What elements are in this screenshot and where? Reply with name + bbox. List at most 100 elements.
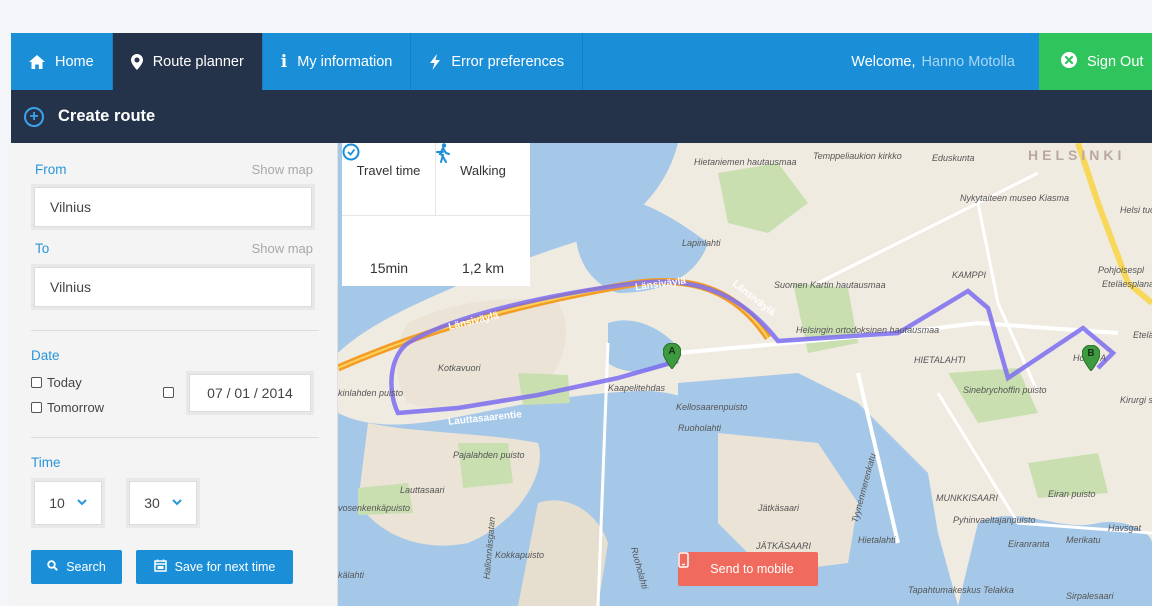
info-icon: i: [280, 51, 288, 72]
walking-cell: Walking: [436, 143, 530, 215]
user-name[interactable]: Hanno Motolla: [922, 54, 1016, 70]
nav-error-preferences-label: Error preferences: [451, 53, 565, 70]
map-label: Tapahtumakeskus Telakka: [908, 585, 1014, 595]
save-button[interactable]: Save for next time: [136, 550, 293, 584]
route-stats-panel: Travel time Walking 15min 1,2 km: [342, 143, 530, 286]
nav-route-planner-label: Route planner: [152, 53, 244, 70]
map-pin-icon: [130, 53, 143, 70]
from-input[interactable]: Vilnius: [34, 187, 312, 227]
map-label: Eduskunta: [932, 153, 975, 163]
plus-circle-icon[interactable]: +: [24, 106, 44, 127]
nav-home[interactable]: Home: [11, 33, 113, 90]
hour-select[interactable]: 10: [34, 481, 102, 525]
map-label: Helsi tuomiok: [1120, 205, 1152, 215]
to-show-map-link[interactable]: Show map: [252, 241, 313, 256]
map-label: vosenkenkäpuisto: [338, 503, 411, 513]
page-title: Create route: [58, 107, 156, 125]
map-label: Kokkapuisto: [495, 550, 545, 560]
divider: [31, 437, 319, 438]
map-label: MUNKKISAARI: [936, 493, 999, 503]
search-button[interactable]: Search: [31, 550, 122, 584]
distance-value: 1,2 km: [461, 260, 504, 276]
map-label: HELSINKI: [1028, 147, 1126, 163]
map-label: Kotkavuori: [438, 363, 481, 373]
route-map[interactable]: Hietaniemen hautausmaa Temppeliaukion ki…: [338, 143, 1152, 606]
map-label: Kellosaarenpuisto: [676, 402, 748, 412]
map-label: Lauttasaari: [400, 485, 445, 495]
to-label: To: [35, 241, 50, 256]
from-field-wrap: Vilnius: [31, 184, 315, 230]
marker-b[interactable]: B: [1082, 345, 1100, 371]
marker-a[interactable]: A: [663, 343, 681, 369]
date-checkbox[interactable]: [163, 387, 179, 398]
today-checkbox[interactable]: Today: [31, 375, 82, 390]
date-field-wrap: 07 / 01 / 2014: [186, 371, 314, 415]
park: [948, 368, 1038, 423]
nav-my-information[interactable]: i My information: [263, 33, 412, 90]
stats-divider: [342, 215, 530, 216]
nav-home-label: Home: [55, 53, 94, 70]
from-label: From: [35, 162, 67, 177]
map-label: Havsgat: [1108, 523, 1142, 533]
date-label: Date: [31, 348, 60, 363]
nav-error-preferences[interactable]: Error preferences: [411, 33, 584, 90]
minute-select[interactable]: 30: [129, 481, 197, 525]
map-label: Suomen Kartin hautausmaa: [774, 280, 886, 290]
map-label: Eiranranta: [1008, 539, 1050, 549]
hour-select-wrap: 10: [31, 478, 105, 528]
sign-out-label: Sign Out: [1087, 53, 1144, 70]
tomorrow-label: Tomorrow: [47, 400, 105, 415]
map-label: Pohjoisespl: [1098, 265, 1145, 275]
map-label: Hietalahti: [858, 535, 896, 545]
from-show-map-link[interactable]: Show map: [252, 162, 313, 177]
send-to-mobile-button[interactable]: Send to mobile: [678, 552, 818, 586]
nav-my-information-label: My information: [297, 53, 393, 70]
hour-value: 10: [49, 495, 65, 511]
chevron-down-icon: [77, 497, 87, 509]
search-icon: [47, 560, 59, 574]
marker-a-label: A: [668, 346, 676, 357]
map-label: Sirpalesaari: [1066, 591, 1114, 601]
tomorrow-checkbox[interactable]: Tomorrow: [31, 400, 104, 415]
checkbox-box[interactable]: [31, 377, 42, 388]
travel-time-cell: Travel time: [342, 143, 436, 215]
save-label: Save for next time: [174, 560, 276, 574]
date-input[interactable]: 07 / 01 / 2014: [189, 374, 311, 412]
to-field-wrap: Vilnius: [31, 264, 315, 310]
map-label: KAMPPI: [952, 270, 987, 280]
top-navigation: Home Route planner i My information Erro…: [11, 33, 1152, 90]
map-label: Sinebrychoffin puisto: [963, 385, 1047, 395]
app-window: Home Route planner i My information Erro…: [11, 33, 1152, 606]
map-label: Hietaniemen hautausmaa: [694, 157, 797, 167]
map-label: Jätkäsaari: [758, 503, 800, 513]
travel-time-value: 15min: [369, 260, 409, 276]
minute-select-wrap: 30: [126, 478, 200, 528]
home-icon: [29, 54, 45, 69]
chevron-down-icon: [172, 497, 182, 509]
send-to-mobile-label: Send to mobile: [710, 562, 794, 576]
map-label: Temppeliaukion kirkko: [813, 151, 902, 161]
map-label: Kaapelitehdas: [608, 383, 666, 393]
minute-value: 30: [144, 495, 160, 511]
page-header: + Create route: [11, 90, 1152, 143]
nav-route-planner[interactable]: Route planner: [112, 33, 263, 90]
save-icon: [153, 559, 167, 575]
search-label: Search: [66, 560, 106, 574]
time-label: Time: [31, 455, 61, 470]
park: [718, 163, 808, 233]
walking-label: Walking: [460, 163, 506, 178]
map-label: Nykytaiteen museo Kiasma: [960, 193, 1070, 203]
to-input[interactable]: Vilnius: [34, 267, 312, 307]
checkbox-box[interactable]: [163, 387, 174, 398]
map-label: Helsingin ortodoksinen hautausmaa: [796, 325, 940, 335]
map-label: Ruoholahti: [678, 423, 722, 433]
map-label: Pajalahden puisto: [453, 450, 525, 460]
map-label: Merikatu: [1066, 535, 1101, 545]
map-label: Etelä: [1133, 330, 1152, 340]
map-label: JÄTKÄSAARI: [756, 541, 812, 551]
map-label: Eteläesplanadi: [1102, 279, 1152, 289]
checkbox-box[interactable]: [31, 402, 42, 413]
lightning-icon: [429, 53, 441, 70]
sign-out-button[interactable]: Sign Out: [1039, 33, 1152, 90]
